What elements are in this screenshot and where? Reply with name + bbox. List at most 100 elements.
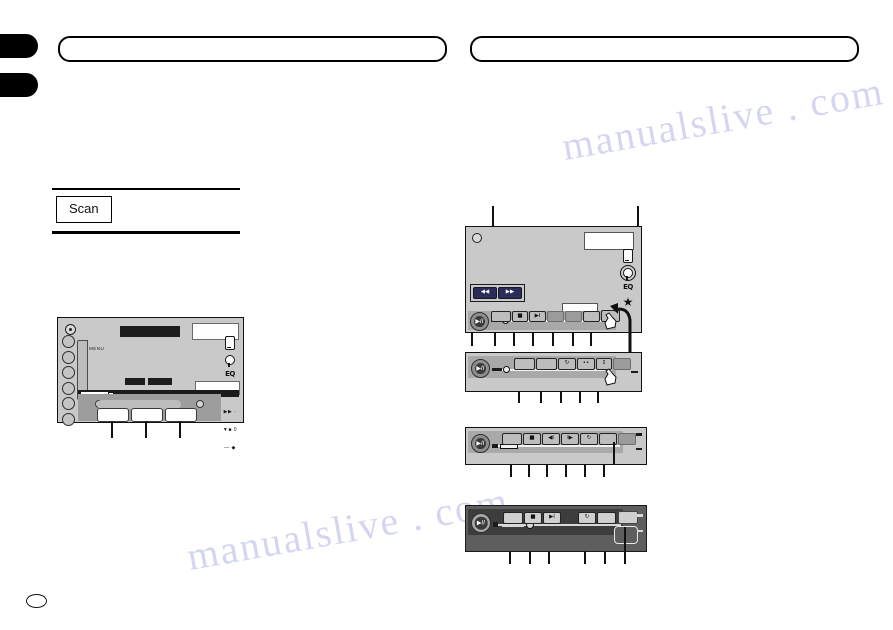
callout-4-e xyxy=(604,551,606,564)
panel-3-progress-fill xyxy=(492,443,498,448)
callout-2-c xyxy=(560,391,562,403)
bulb-icon[interactable] xyxy=(225,355,235,367)
callout-3-b xyxy=(528,464,530,477)
panel-1-softkey-4[interactable] xyxy=(547,311,564,322)
hand-pointer-icon-2 xyxy=(604,368,617,386)
bulb-icon[interactable] xyxy=(620,265,636,281)
callout-1-b xyxy=(494,332,496,346)
callout-2-e xyxy=(597,391,599,403)
manual-page: manualslive . com manualslive . com Scan xyxy=(0,0,893,630)
callout-2-b xyxy=(540,391,542,403)
panel-4-highlight-box[interactable] xyxy=(614,526,638,544)
panel-key-5[interactable] xyxy=(62,397,75,410)
panel-1-softkey-1[interactable] xyxy=(491,311,511,322)
hardware-button-2[interactable] xyxy=(131,408,163,422)
callout-4-a xyxy=(509,551,511,564)
device-icon[interactable] xyxy=(225,336,235,350)
power-indicator-icon xyxy=(65,324,76,335)
scan-table: Scan xyxy=(52,188,240,234)
callout-3-e xyxy=(584,464,586,477)
panel-1-softkey-6[interactable] xyxy=(583,311,600,322)
hardware-button-3[interactable] xyxy=(165,408,197,422)
panel-4-corner-mark-bottom xyxy=(637,530,643,532)
panel-1-softkey-5[interactable] xyxy=(565,311,582,322)
play-pause-button[interactable]: ▶II xyxy=(471,513,491,533)
table-rule-bottom xyxy=(52,231,240,234)
panel-3-softkey-3[interactable]: ◀I xyxy=(542,433,560,445)
callout-3-a xyxy=(510,464,512,477)
panel-4-softkey-3[interactable]: ▶I xyxy=(543,512,561,524)
display-glyph-block-2 xyxy=(148,378,172,385)
panel-2-progress-knob[interactable] xyxy=(503,366,510,373)
panel-2-progress-fill xyxy=(492,367,502,371)
panel-4-softkey-4[interactable]: ↻ xyxy=(578,512,596,524)
rail-status-row-3: — ◆ xyxy=(224,445,236,451)
screen-side-tab-label: MENU xyxy=(89,346,105,351)
callout-1-e xyxy=(552,332,554,346)
panel-1-readout xyxy=(584,232,634,250)
header-bar-right-column xyxy=(470,36,859,62)
play-pause-button[interactable]: ▶II xyxy=(471,359,490,378)
rail-status-row-1: ▶▶ · xyxy=(223,409,237,415)
touch-panel-3-body: ▶II ■ ◀I I▶ ↻ xyxy=(465,427,647,465)
callout-3-f xyxy=(603,464,605,477)
callout-1-g xyxy=(590,332,592,346)
header-bar-left-column xyxy=(58,36,447,62)
panel-4-softkey-5[interactable] xyxy=(597,512,616,524)
page-number-badge xyxy=(26,594,47,608)
panel-3-softkey-4[interactable]: I▶ xyxy=(561,433,579,445)
panel-key-1[interactable] xyxy=(62,335,75,348)
panel-key-6[interactable] xyxy=(62,412,75,426)
panel-key-4[interactable] xyxy=(62,381,75,395)
panel-4-progress-start xyxy=(493,522,498,527)
callout-2-a xyxy=(518,391,520,403)
callout-3-d xyxy=(565,464,567,477)
leader-line-3 xyxy=(179,421,181,438)
panel-1-softkey-2[interactable]: ■ xyxy=(512,311,528,322)
section-tab-top xyxy=(0,34,38,58)
panel-3-softkey-2[interactable]: ■ xyxy=(523,433,541,445)
panel-4-corner-mark-top xyxy=(637,514,643,517)
leader-line-1 xyxy=(111,421,113,438)
callout-1-a xyxy=(471,332,473,346)
display-glyph-block-1 xyxy=(125,378,145,385)
panel-2-softkey-4[interactable]: •• xyxy=(577,358,595,370)
drawer-dot-right[interactable] xyxy=(196,400,204,408)
header-bar-right-text xyxy=(472,38,857,40)
callout-4-d xyxy=(584,551,586,564)
header-bar-left-text xyxy=(60,38,445,40)
touch-panel-4-body: ▶II ■ ▶I ↻ xyxy=(465,505,647,552)
callout-1-c xyxy=(513,332,515,346)
panel-2-softkey-2[interactable] xyxy=(536,358,557,370)
hardware-button-1[interactable] xyxy=(97,408,129,422)
callout-3-c xyxy=(546,464,548,477)
panel-2-edge-mark xyxy=(631,371,638,373)
figure-head-unit-front-panel: MENU EQ ★ ▶▶ · ▼■ 0 — ◆ ♪ xyxy=(57,317,244,451)
panel-key-2[interactable] xyxy=(62,350,75,364)
eq-icon[interactable]: EQ xyxy=(219,370,241,378)
panel-4-softkey-1[interactable] xyxy=(503,512,523,524)
play-pause-button[interactable]: ▶II xyxy=(470,312,489,331)
panel-key-3[interactable] xyxy=(62,366,75,379)
panel-1-softkey-3[interactable]: ▶I xyxy=(529,311,546,322)
display-black-strip xyxy=(120,326,180,337)
panel-3-softkey-5[interactable]: ↻ xyxy=(580,433,598,445)
panel-3-softkey-7[interactable] xyxy=(618,433,636,445)
table-body: Scan xyxy=(52,190,240,231)
device-icon[interactable] xyxy=(623,249,633,263)
panel-3-corner-mark-top xyxy=(636,433,642,436)
panel-4-softkey-6[interactable] xyxy=(618,511,638,524)
callout-1-f xyxy=(572,332,574,346)
panel-2-softkey-3[interactable]: ↻ xyxy=(558,358,576,370)
panel-3-softkey-1[interactable] xyxy=(502,433,522,445)
eq-icon[interactable]: EQ xyxy=(617,283,639,291)
leader-line-2 xyxy=(145,421,147,438)
panel-3-corner-mark-bottom xyxy=(636,448,642,450)
table-cell-scan: Scan xyxy=(56,196,112,223)
left-key-column[interactable] xyxy=(62,335,76,428)
callout-4-b xyxy=(529,551,531,564)
watermark-lower-left: manualslive . com xyxy=(183,478,513,579)
panel-4-softkey-2[interactable]: ■ xyxy=(524,512,542,524)
panel-2-softkey-1[interactable] xyxy=(514,358,535,370)
play-pause-button[interactable]: ▶II xyxy=(471,434,490,453)
